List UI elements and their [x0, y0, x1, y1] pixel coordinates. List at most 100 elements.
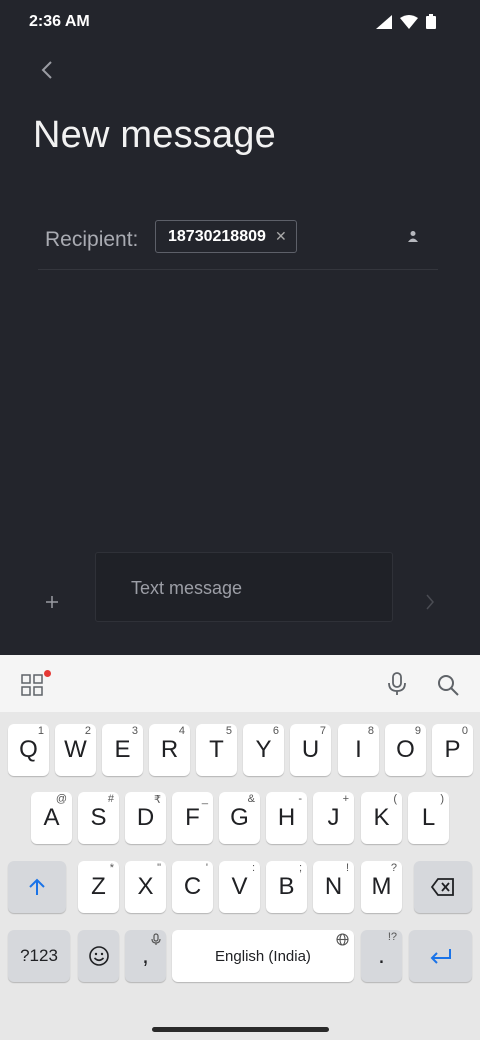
key-label: Z: [91, 873, 106, 900]
key-label: S: [90, 804, 107, 831]
key-label: G: [230, 804, 249, 831]
key-label: F: [185, 804, 200, 831]
key-hint: 6: [272, 725, 279, 737]
key-n[interactable]: N!: [313, 861, 354, 913]
status-time: 2:36 AM: [29, 13, 90, 30]
emoji-key[interactable]: [78, 930, 119, 982]
key-b[interactable]: B;: [266, 861, 307, 913]
recipient-label: Recipient:: [45, 228, 139, 251]
chevron-left-icon: [41, 61, 52, 79]
key-hint: ": [157, 862, 161, 874]
home-handle[interactable]: [152, 1027, 329, 1032]
key-d[interactable]: D ₹: [125, 792, 166, 844]
backspace-key[interactable]: [414, 861, 472, 913]
shift-key[interactable]: [8, 861, 66, 913]
key-label: N: [324, 873, 343, 900]
key-hint: 2: [84, 725, 91, 737]
key-label: J: [327, 804, 340, 831]
period-hint: !?: [387, 931, 397, 943]
emoji-icon: [88, 946, 109, 966]
key-label: Y: [255, 736, 272, 763]
period-key[interactable]: . !?: [361, 930, 402, 982]
key-k[interactable]: K(: [361, 792, 402, 844]
key-m[interactable]: M?: [361, 861, 402, 913]
key-hint: 4: [178, 725, 185, 737]
key-q[interactable]: Q1: [8, 724, 49, 776]
key-hint: (: [393, 793, 397, 805]
key-w[interactable]: W2: [55, 724, 96, 776]
back-button[interactable]: [36, 58, 60, 82]
key-r[interactable]: R4: [149, 724, 190, 776]
chevron-right-icon: [426, 594, 434, 610]
key-g[interactable]: G &: [219, 792, 260, 844]
key-hint: ;: [298, 862, 302, 874]
keyboard: Q1 W2 E3 R4 T5 Y6 U7 I8 O9 P0 A @ S # D ₹ F…: [0, 712, 480, 1019]
keyboard-toolbar: [0, 655, 480, 712]
key-a[interactable]: A @: [31, 792, 72, 844]
signal-icon: [376, 14, 392, 29]
key-u[interactable]: U7: [290, 724, 331, 776]
key-hint: 1: [37, 725, 44, 737]
navigation-bar: [0, 1019, 480, 1040]
key-c[interactable]: C ': [172, 861, 213, 913]
grid-icon[interactable]: [21, 674, 43, 696]
key-h[interactable]: H-: [266, 792, 307, 844]
key-hint: ₹: [154, 794, 161, 806]
message-placeholder: Text message: [131, 578, 243, 598]
key-o[interactable]: O9: [385, 724, 426, 776]
key-l[interactable]: L): [408, 792, 449, 844]
key-label: R: [160, 736, 179, 763]
comma-key[interactable]: ,: [125, 930, 166, 982]
key-hint: 7: [319, 725, 326, 737]
key-hint: +: [342, 793, 349, 805]
key-label: W: [64, 736, 87, 763]
symbols-label: ?123: [20, 946, 58, 965]
status-bar: 2:36 AM: [0, 0, 480, 44]
key-hint: @: [55, 793, 67, 805]
send-button[interactable]: [418, 590, 442, 614]
backspace-icon: [431, 878, 454, 896]
key-x[interactable]: X ": [125, 861, 166, 913]
message-input[interactable]: Text message: [95, 552, 393, 622]
period-label: .: [378, 942, 385, 969]
mic-icon[interactable]: [386, 671, 408, 697]
key-label: H: [277, 804, 296, 831]
person-icon[interactable]: [408, 230, 418, 242]
key-j[interactable]: J +: [313, 792, 354, 844]
key-v[interactable]: V:: [219, 861, 260, 913]
key-y[interactable]: Y6: [243, 724, 284, 776]
recipient-chip-value: 18730218809: [168, 227, 266, 245]
close-icon[interactable]: ✕: [274, 229, 288, 243]
key-hint: ?: [390, 862, 397, 874]
symbols-key[interactable]: ?123: [8, 930, 70, 982]
key-s[interactable]: S #: [78, 792, 119, 844]
search-icon[interactable]: [436, 673, 460, 697]
shift-arrow-icon: [29, 878, 45, 895]
key-f[interactable]: F _: [172, 792, 213, 844]
recipient-chip[interactable]: 18730218809 ✕: [155, 220, 297, 253]
key-t[interactable]: T5: [196, 724, 237, 776]
wifi-icon: [400, 14, 418, 29]
key-label: X: [137, 873, 154, 900]
key-hint: 9: [414, 725, 421, 737]
add-attachment-button[interactable]: [40, 590, 64, 614]
key-label: L: [421, 804, 436, 831]
key-p[interactable]: P0: [432, 724, 473, 776]
key-i[interactable]: I8: [338, 724, 379, 776]
key-hint: ': [205, 862, 208, 874]
key-hint: 0: [461, 725, 468, 737]
key-hint: _: [201, 793, 208, 805]
space-label: English (India): [215, 947, 311, 965]
key-hint: &: [247, 793, 255, 805]
space-key[interactable]: English (India): [172, 930, 354, 982]
key-label: B: [278, 873, 295, 900]
key-label: M: [371, 873, 392, 900]
status-icons: [376, 14, 436, 29]
notification-dot: [44, 670, 51, 677]
key-label: C: [183, 873, 202, 900]
enter-key[interactable]: [409, 930, 472, 982]
recipient-row[interactable]: Recipient: 18730218809 ✕: [38, 216, 438, 270]
globe-icon: [336, 933, 349, 946]
key-e[interactable]: E3: [102, 724, 143, 776]
key-z[interactable]: Z *: [78, 861, 119, 913]
